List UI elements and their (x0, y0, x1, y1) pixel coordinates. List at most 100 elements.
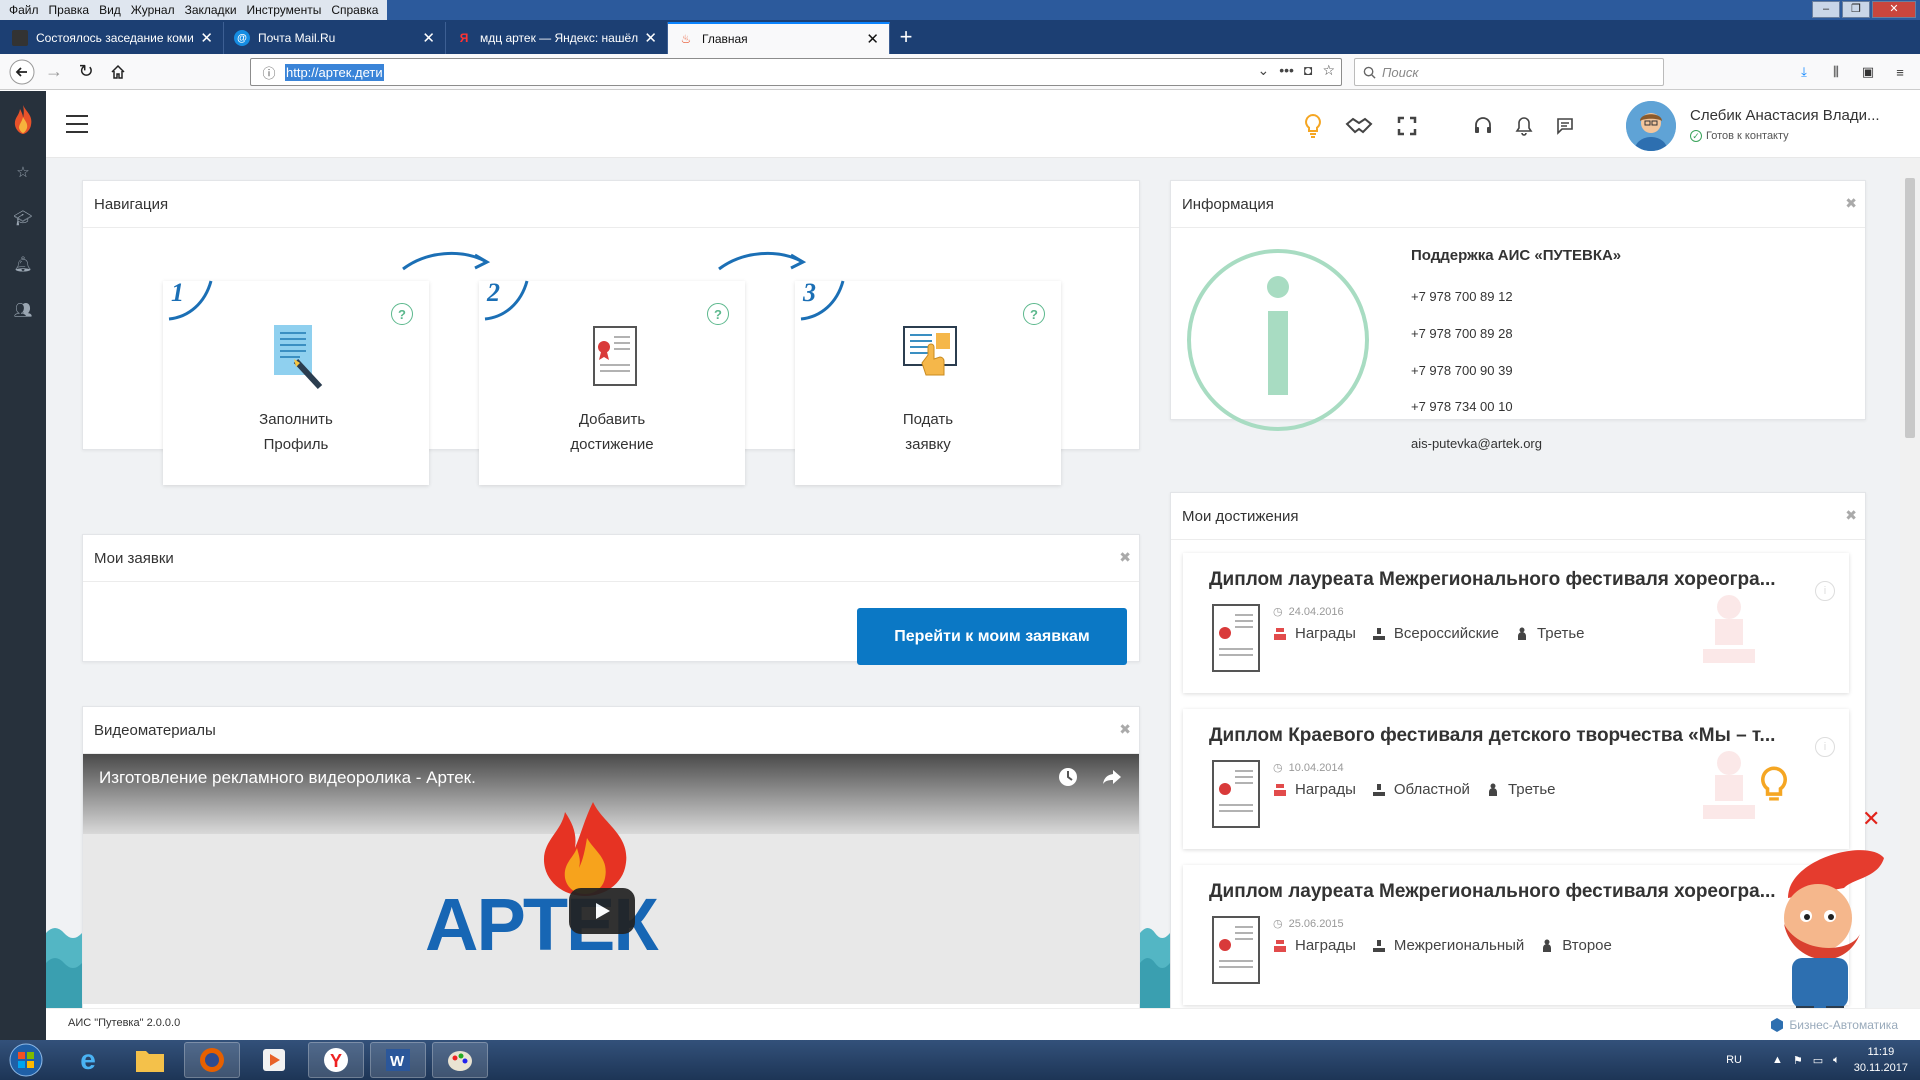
media-player-icon[interactable] (246, 1042, 302, 1078)
lightbulb-icon[interactable] (1296, 109, 1330, 143)
achievement-card[interactable]: Диплом лауреата Межрегионального фестива… (1183, 553, 1849, 693)
downloads-icon[interactable]: ⤓ (1792, 58, 1816, 86)
info-icon[interactable]: i (1815, 737, 1835, 757)
page-scrollbar[interactable] (1900, 158, 1920, 1008)
browser-tab[interactable]: Состоялось заседание комис ✕ (2, 22, 224, 54)
word-icon[interactable]: W (370, 1042, 426, 1078)
back-button[interactable] (6, 58, 38, 86)
close-mascot-icon[interactable]: ✕ (1862, 806, 1880, 832)
user-name[interactable]: Слебик Анастасия Влади... (1690, 107, 1880, 124)
video-title[interactable]: Изготовление рекламного видеоролика - Ар… (99, 768, 476, 788)
close-icon[interactable]: ✖ (1119, 722, 1131, 736)
menu-help[interactable]: Справка (331, 3, 378, 17)
action-center-icon[interactable]: ⚑ (1793, 1054, 1803, 1067)
site-info-icon[interactable]: ⓘ (257, 60, 281, 84)
clock[interactable]: 11:19 30.11.2017 (1854, 1044, 1908, 1076)
svg-text:1: 1 (171, 278, 184, 307)
support-phone[interactable]: +7 978 734 00 10 (1411, 399, 1513, 414)
step-fill-profile[interactable]: 1 ? Заполнить Профиль (163, 278, 429, 485)
handshake-icon[interactable] (1342, 109, 1376, 143)
notifications-bell-icon[interactable] (1507, 109, 1541, 143)
graduation-cap-icon[interactable]: 🎓︎ (0, 195, 46, 241)
achievement-title[interactable]: Диплом лауреата Межрегионального фестива… (1209, 881, 1789, 903)
clock-icon: ◷ (1273, 918, 1283, 930)
brand-credit[interactable]: Бизнес-Автоматика (1769, 1017, 1898, 1033)
go-to-requests-button[interactable]: Перейти к моим заявкам (857, 608, 1127, 665)
paint-icon[interactable] (432, 1042, 488, 1078)
bookmark-star-icon[interactable]: ☆ (1322, 62, 1335, 79)
address-bar[interactable]: ⓘ http://артек.дети ⌄ ••• ◘ ☆ (250, 58, 1342, 86)
browser-tab[interactable]: @ Почта Mail.Ru ✕ (224, 22, 446, 54)
url-text[interactable]: http://артек.дети (285, 63, 384, 81)
start-button[interactable] (6, 1042, 46, 1078)
language-indicator[interactable]: RU (1726, 1054, 1742, 1066)
pocket-icon[interactable]: ◘ (1304, 62, 1312, 79)
tab-close-icon[interactable]: ✕ (200, 31, 213, 46)
menu-bookmarks[interactable]: Закладки (185, 3, 237, 17)
menu-view[interactable]: Вид (99, 3, 121, 17)
more-actions-icon[interactable]: ••• (1279, 62, 1294, 79)
new-tab-button[interactable]: + (890, 22, 922, 54)
step-submit-request[interactable]: 3 ? Подать заявку (795, 278, 1061, 485)
minimize-button[interactable]: ‒ (1812, 1, 1840, 18)
search-input[interactable]: Поиск (1354, 58, 1664, 86)
file-explorer-icon[interactable] (122, 1042, 178, 1078)
volume-icon[interactable]: 🔈︎ (1833, 1054, 1840, 1067)
window-close-button[interactable]: ✕ (1872, 1, 1916, 18)
watch-later-icon[interactable] (1057, 766, 1079, 788)
star-icon[interactable]: ☆ (0, 149, 46, 195)
tab-close-icon[interactable]: ✕ (422, 31, 435, 46)
videos-panel: Видеоматериалы ✖ Изготовление рекламного… (82, 706, 1140, 1008)
users-icon[interactable]: 👥︎ (0, 287, 46, 333)
internet-explorer-icon[interactable]: e (60, 1042, 116, 1078)
step-add-achievement[interactable]: 2 ? Добавить достижение (479, 278, 745, 485)
video-player[interactable]: Изготовление рекламного видеоролика - Ар… (83, 754, 1139, 1004)
tab-close-icon[interactable]: ✕ (866, 32, 879, 47)
avatar[interactable] (1626, 101, 1676, 151)
chevron-down-icon[interactable]: ⌄ (1258, 62, 1270, 79)
hamburger-menu-icon[interactable] (66, 115, 88, 133)
browser-tab-active[interactable]: ♨ Главная ✕ (668, 22, 890, 54)
help-icon[interactable]: ? (1023, 303, 1045, 325)
home-button[interactable] (102, 58, 134, 86)
support-phone[interactable]: +7 978 700 89 12 (1411, 289, 1513, 304)
help-icon[interactable]: ? (707, 303, 729, 325)
firefox-icon[interactable] (184, 1042, 240, 1078)
forward-button[interactable]: → (38, 58, 70, 86)
headset-icon[interactable] (1466, 109, 1500, 143)
tab-close-icon[interactable]: ✕ (644, 31, 657, 46)
menu-history[interactable]: Журнал (131, 3, 175, 17)
artek-logo[interactable] (0, 91, 46, 149)
close-icon[interactable]: ✖ (1119, 550, 1131, 564)
close-icon[interactable]: ✖ (1845, 508, 1857, 522)
menu-file[interactable]: Файл (9, 3, 39, 17)
menu-tools[interactable]: Инструменты (247, 3, 322, 17)
browser-tab[interactable]: Я мдц артек — Яндекс: нашёлся ✕ (446, 22, 668, 54)
windows-taskbar: e Y W RU ▲ ⚑ ▭ 🔈︎ 11:19 30.11.2017 (0, 1040, 1920, 1080)
sidebar-toggle-icon[interactable]: ▣ (1856, 58, 1880, 86)
network-icon[interactable]: ▭ (1813, 1054, 1823, 1067)
play-button[interactable] (569, 888, 635, 934)
bell-icon[interactable]: 🔔︎ (0, 241, 46, 287)
achievement-title[interactable]: Диплом лауреата Межрегионального фестива… (1209, 569, 1789, 591)
tray-expand-icon[interactable]: ▲ (1772, 1054, 1783, 1066)
support-email[interactable]: ais-putevka@artek.org (1411, 436, 1542, 451)
menu-icon[interactable]: ≡ (1888, 58, 1912, 86)
svg-text:W: W (390, 1053, 405, 1070)
help-icon[interactable]: ? (391, 303, 413, 325)
messages-icon[interactable] (1548, 109, 1582, 143)
support-phone[interactable]: +7 978 700 90 39 (1411, 363, 1513, 378)
library-icon[interactable]: ⫼ (1824, 58, 1848, 86)
share-icon[interactable] (1101, 766, 1123, 788)
close-icon[interactable]: ✖ (1845, 196, 1857, 210)
maximize-button[interactable]: ❐ (1842, 1, 1870, 18)
reload-button[interactable]: ↻ (70, 58, 102, 86)
fullscreen-icon[interactable] (1390, 109, 1424, 143)
achievement-title[interactable]: Диплом Краевого фестиваля детского творч… (1209, 725, 1789, 747)
support-phone[interactable]: +7 978 700 89 28 (1411, 326, 1513, 341)
scrollbar-thumb[interactable] (1905, 178, 1915, 438)
achievement-card[interactable]: Диплом Краевого фестиваля детского творч… (1183, 709, 1849, 849)
info-icon[interactable]: i (1815, 581, 1835, 601)
yandex-browser-icon[interactable]: Y (308, 1042, 364, 1078)
menu-edit[interactable]: Правка (49, 3, 90, 17)
